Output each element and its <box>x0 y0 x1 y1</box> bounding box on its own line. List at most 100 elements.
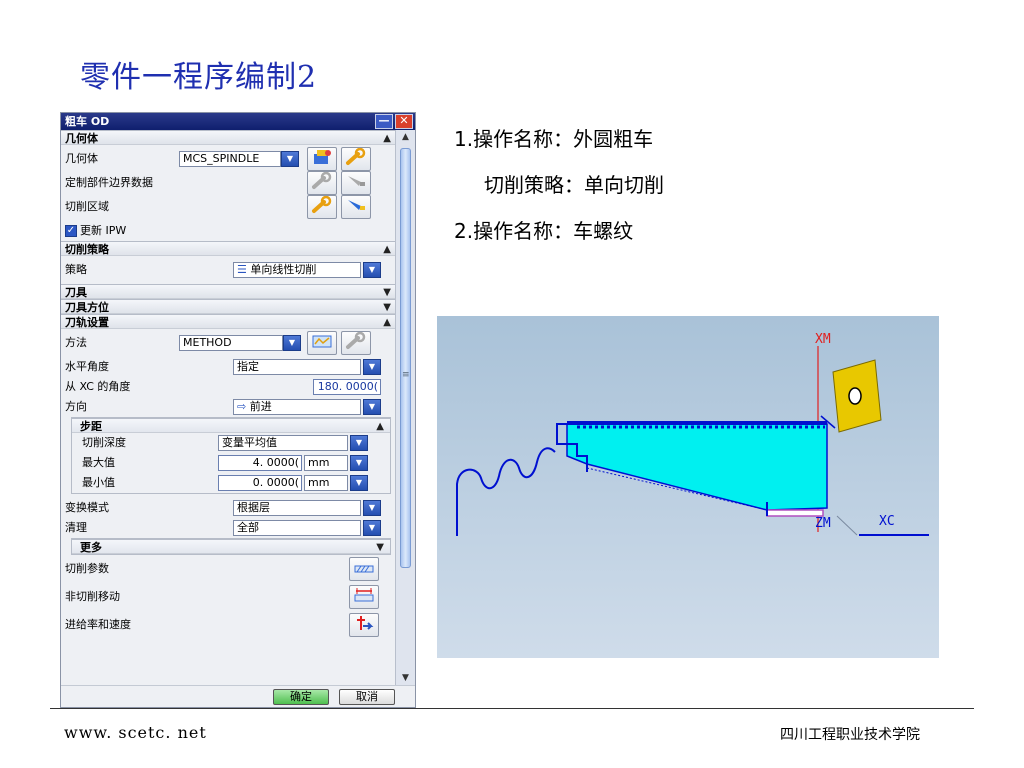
non-cut-move-icon <box>354 588 374 602</box>
section-geometry[interactable]: 几何体 ▲ <box>61 130 397 145</box>
wrench-icon <box>346 147 366 165</box>
minimize-button[interactable]: — <box>375 114 393 129</box>
direction-row: 方向 ⇨ 前进 ▼ <box>61 397 397 417</box>
chevron-up-icon: ▲ <box>383 133 391 144</box>
update-ipw-row[interactable]: ✓ 更新 IPW <box>61 221 397 241</box>
custom-boundary-show-button[interactable] <box>341 171 371 195</box>
horizontal-angle-select[interactable]: 指定 <box>233 359 361 375</box>
slide-title: 零件一程序编制2 <box>80 60 318 95</box>
custom-boundary-row: 定制部件边界数据 <box>61 171 397 195</box>
xc-angle-input[interactable]: 180. 0000( <box>313 379 381 395</box>
chevron-up-icon: ▲ <box>383 317 391 328</box>
method-icon <box>312 335 332 348</box>
cut-depth-row: 切削深度 变量平均值 ▼ <box>72 433 390 453</box>
chevron-down-icon: ▼ <box>383 287 391 298</box>
cleanup-row: 清理 全部 ▼ <box>61 518 397 538</box>
scroll-up-icon[interactable]: ▲ <box>396 130 415 144</box>
ok-button[interactable]: 确定 <box>273 689 329 705</box>
geometry-row: 几何体 MCS_SPINDLE ▼ <box>61 145 397 173</box>
min-depth-row: 最小值 0. 0000( mm ▼ <box>72 473 390 493</box>
cut-region-show-button[interactable] <box>341 195 371 219</box>
cut-region-row: 切削区域 <box>61 193 397 221</box>
direction-dropdown-arrow[interactable]: ▼ <box>363 399 381 415</box>
section-tool-orientation[interactable]: 刀具方位 ▼ <box>61 299 397 314</box>
cut-region-edit-button[interactable] <box>307 195 337 219</box>
geometry-select[interactable]: MCS_SPINDLE <box>179 151 281 167</box>
method-select[interactable]: METHOD <box>179 335 283 351</box>
cleanup-select[interactable]: 全部 <box>233 520 361 536</box>
cut-params-icon <box>354 565 374 573</box>
update-ipw-checkbox[interactable]: ✓ <box>65 225 77 237</box>
grip-icon: ≡ <box>402 370 410 380</box>
strategy-dropdown-arrow[interactable]: ▼ <box>363 262 381 278</box>
axis-label-xc: XC <box>879 514 895 529</box>
geometry-dropdown-arrow[interactable]: ▼ <box>281 151 299 167</box>
wrench-icon <box>312 195 332 213</box>
chevron-down-icon: ▼ <box>383 302 391 313</box>
new-geometry-icon <box>314 150 331 164</box>
section-tool[interactable]: 刀具 ▼ <box>61 284 397 299</box>
edit-method-button[interactable] <box>341 331 371 355</box>
wrench-disabled-icon <box>312 171 332 189</box>
transform-row: 变换模式 根据层 ▼ <box>61 498 397 518</box>
close-button[interactable]: ✕ <box>395 114 413 129</box>
section-toolpath-settings[interactable]: 刀轨设置 ▲ <box>61 314 397 329</box>
transform-dropdown-arrow[interactable]: ▼ <box>363 500 381 516</box>
rough-turn-dialog: 粗车 OD — ✕ 几何体 ▲ 几何体 MCS_SPINDLE ▼ 定制部件边界… <box>60 112 416 708</box>
feeds-speeds-button[interactable] <box>349 613 379 637</box>
step-subsection: 步距 ▲ 切削深度 变量平均值 ▼ 最大值 4. 0000( mm ▼ 最小值 … <box>71 417 391 494</box>
max-depth-input[interactable]: 4. 0000( <box>218 455 302 471</box>
max-unit-dropdown-arrow[interactable]: ▼ <box>350 455 368 471</box>
section-cut-strategy[interactable]: 切削策略 ▲ <box>61 241 397 256</box>
cut-depth-select[interactable]: 变量平均值 <box>218 435 348 451</box>
dialog-footer: 确定 取消 <box>61 685 415 707</box>
new-method-button[interactable] <box>307 331 337 355</box>
chevron-up-icon: ▲ <box>383 244 391 255</box>
section-step[interactable]: 步距 ▲ <box>72 418 390 433</box>
strategy-select[interactable]: ☰ 单向线性切削 <box>233 262 361 278</box>
note-line-3: 2.操作名称：车螺纹 <box>454 219 634 243</box>
flashlight-disabled-icon <box>348 176 365 186</box>
non-cut-move-button[interactable] <box>349 585 379 609</box>
wrench-disabled-icon <box>346 331 366 349</box>
strategy-row: 策略 ☰ 单向线性切削 ▼ <box>61 256 397 284</box>
feeds-row: 进给率和速度 <box>61 611 397 639</box>
flashlight-icon <box>348 200 365 210</box>
dialog-scrollbar[interactable]: ▲ ≡ ▼ <box>395 130 415 685</box>
cut-depth-dropdown-arrow[interactable]: ▼ <box>350 435 368 451</box>
transform-select[interactable]: 根据层 <box>233 500 361 516</box>
axis-label-xm: XM <box>815 332 831 347</box>
edit-geometry-button[interactable] <box>341 147 371 171</box>
non-cut-row: 非切削移动 <box>61 583 397 611</box>
footer-divider <box>50 708 974 709</box>
method-dropdown-arrow[interactable]: ▼ <box>283 335 301 351</box>
direction-select[interactable]: ⇨ 前进 <box>233 399 361 415</box>
min-unit-dropdown-arrow[interactable]: ▼ <box>350 475 368 491</box>
horizontal-angle-dropdown-arrow[interactable]: ▼ <box>363 359 381 375</box>
dialog-titlebar: 粗车 OD — ✕ <box>61 113 415 130</box>
section-more[interactable]: 更多 ▼ <box>72 539 390 554</box>
notes-block: 1.操作名称：外圆粗车 切削策略：单向切削 2.操作名称：车螺纹 <box>454 116 664 254</box>
custom-boundary-edit-button[interactable] <box>307 171 337 195</box>
min-depth-input[interactable]: 0. 0000( <box>218 475 302 491</box>
chevron-down-icon: ▼ <box>376 542 384 553</box>
xc-angle-row: 从 XC 的角度 180. 0000( <box>61 377 397 397</box>
method-row: 方法 METHOD ▼ <box>61 329 397 357</box>
cleanup-dropdown-arrow[interactable]: ▼ <box>363 520 381 536</box>
cut-params-button[interactable] <box>349 557 379 581</box>
linear-cut-icon: ☰ <box>237 263 251 276</box>
cad-viewport[interactable]: XM ZM XC <box>437 316 939 658</box>
scroll-down-icon[interactable]: ▼ <box>396 671 415 685</box>
max-depth-row: 最大值 4. 0000( mm ▼ <box>72 453 390 473</box>
more-subsection: 更多 ▼ <box>71 538 391 555</box>
horizontal-angle-row: 水平角度 指定 ▼ <box>61 357 397 377</box>
dialog-title: 粗车 OD <box>65 115 110 128</box>
footer-institution: 四川工程职业技术学院 <box>780 727 920 743</box>
min-unit-select[interactable]: mm <box>304 475 348 491</box>
max-unit-select[interactable]: mm <box>304 455 348 471</box>
note-line-2: 切削策略：单向切削 <box>484 173 664 197</box>
scroll-thumb[interactable] <box>400 148 411 568</box>
cancel-button[interactable]: 取消 <box>339 689 395 705</box>
new-geometry-button[interactable] <box>307 147 337 171</box>
footer-website: www. scetc. net <box>64 723 207 742</box>
